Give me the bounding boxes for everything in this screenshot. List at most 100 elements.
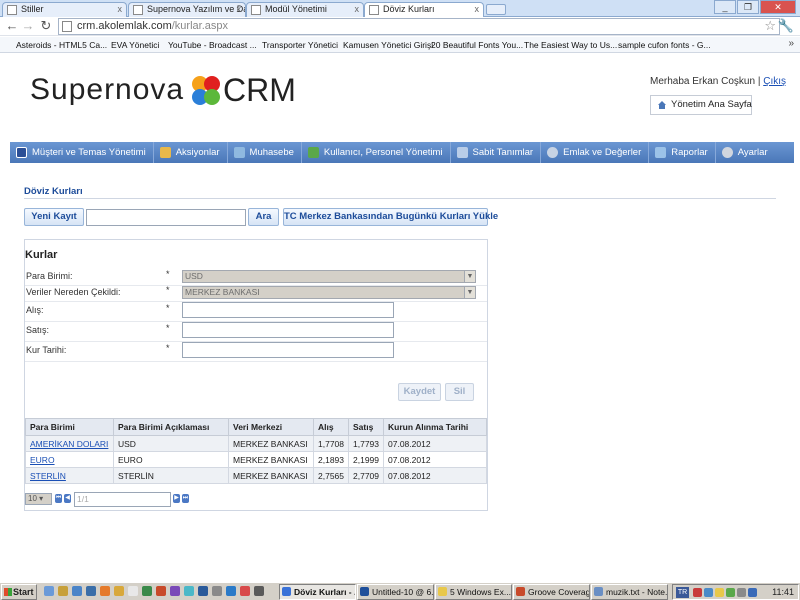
browser-tab-active[interactable]: Döviz Kurları x [364, 2, 484, 18]
source-select[interactable]: MERKEZ BANKASI ▼ [182, 286, 476, 299]
restore-button[interactable]: ❐ [737, 0, 759, 14]
column-header[interactable]: Satış [348, 418, 384, 436]
currency-select[interactable]: USD ▼ [182, 270, 476, 283]
tray-icon[interactable] [704, 588, 713, 597]
page-size-select[interactable]: 10 ▾ [25, 493, 52, 505]
close-icon[interactable]: x [475, 3, 480, 16]
buy-rate-input[interactable] [182, 302, 394, 318]
tray-icon[interactable] [726, 588, 735, 597]
chrome-icon[interactable] [184, 586, 194, 596]
logo-text-right: CRM [223, 72, 296, 108]
bookmark-item[interactable]: Transporter Yönetici [250, 38, 338, 52]
save-button[interactable]: Kaydet [398, 383, 441, 401]
bookmark-item[interactable]: Asteroids - HTML5 Ca... [4, 38, 107, 52]
quicklaunch-icon[interactable] [58, 586, 68, 596]
browser-tab[interactable]: Modül Yönetimi x [246, 2, 364, 17]
column-header[interactable]: Para Birimi [25, 418, 114, 436]
column-header[interactable]: Para Birimi Açıklaması [113, 418, 229, 436]
admin-home-button[interactable]: Yönetim Ana Sayfa [650, 95, 752, 115]
quicklaunch-icon[interactable] [128, 586, 138, 596]
page-icon [512, 41, 521, 50]
rate-date-input[interactable] [182, 342, 394, 358]
taskbar-task-notepad[interactable]: muzik.txt - Note... [591, 584, 668, 600]
currency-link[interactable]: STERLİN [30, 471, 66, 481]
reload-icon[interactable]: ↻ [38, 18, 54, 34]
tray-icon[interactable] [737, 588, 746, 597]
menu-item-realestate[interactable]: Emlak ve Değerler [541, 142, 650, 163]
quicklaunch-icon[interactable] [170, 586, 180, 596]
table-cell: STERLİN [25, 467, 114, 484]
browser-tab[interactable]: Stiller x [2, 2, 127, 17]
load-central-bank-rates-button[interactable]: TC Merkez Bankasından Bugünkü Kurları Yü… [283, 208, 498, 226]
bookmark-star-icon[interactable]: ☆ [764, 18, 776, 34]
quicklaunch-icon[interactable] [142, 586, 152, 596]
menu-item-users[interactable]: Kullanıcı, Personel Yönetimi [302, 142, 451, 163]
currency-link[interactable]: EURO [30, 455, 55, 465]
firefox-icon[interactable] [100, 586, 110, 596]
quicklaunch-icon[interactable] [44, 586, 54, 596]
volume-icon[interactable] [748, 588, 757, 597]
taskbar-task-explorer[interactable]: 5 Windows Ex... [435, 584, 512, 600]
first-page-icon[interactable]: ⏮ [55, 494, 62, 503]
window-close-button[interactable]: ✕ [760, 0, 796, 14]
shield-icon[interactable] [715, 588, 724, 597]
tray-icon[interactable] [693, 588, 702, 597]
start-button[interactable]: Start [1, 584, 37, 600]
quicklaunch-icon[interactable] [212, 586, 222, 596]
wrench-menu-icon[interactable]: 🔧 [778, 18, 794, 34]
prev-page-icon[interactable]: ◀ [64, 494, 71, 503]
sell-rate-input[interactable] [182, 322, 394, 338]
menu-item-settings[interactable]: Ayarlar [716, 142, 775, 163]
bookmark-item[interactable]: EVA Yönetici [99, 38, 159, 52]
taskbar-task-browser[interactable]: Döviz Kurları - ... [279, 584, 356, 600]
menu-item-accounting[interactable]: Muhasebe [228, 142, 302, 163]
delete-button[interactable]: Sil [445, 383, 474, 401]
browser-tab[interactable]: Supernova Yazılım ve Danışm x [128, 2, 246, 17]
menu-item-actions[interactable]: Aksiyonlar [154, 142, 228, 163]
quicklaunch-icon[interactable] [226, 586, 236, 596]
menu-item-customers[interactable]: Müşteri ve Temas Yönetimi [10, 142, 154, 163]
forward-arrow-icon[interactable]: → [20, 18, 36, 34]
quicklaunch-icon[interactable] [240, 586, 250, 596]
bookmark-item[interactable]: 20 Beautiful Fonts You... [419, 38, 523, 52]
column-header[interactable]: Veri Merkezi [228, 418, 314, 436]
search-input[interactable] [86, 209, 246, 226]
last-page-icon[interactable]: ⏭ [182, 494, 189, 503]
menu-item-reports[interactable]: Raporlar [649, 142, 716, 163]
language-indicator[interactable]: TR [676, 587, 689, 598]
search-button[interactable]: Ara [248, 208, 279, 226]
bookmark-item[interactable]: The Easiest Way to Us... [512, 38, 617, 52]
new-tab-button[interactable] [486, 4, 506, 15]
table-row[interactable]: STERLİN STERLİN MERKEZ BANKASI 2,7565 2,… [25, 467, 487, 484]
column-header[interactable]: Alış [313, 418, 349, 436]
currency-link[interactable]: AMERİKAN DOLARI [30, 439, 108, 449]
groove-icon [516, 587, 525, 596]
address-bar[interactable]: crm.akolemlak.com/kurlar.aspx [58, 18, 780, 35]
bookmark-item[interactable]: YouTube - Broadcast ... [156, 38, 257, 52]
quicklaunch-icon[interactable] [86, 586, 96, 596]
new-record-button[interactable]: Yeni Kayıt [24, 208, 84, 226]
logout-link[interactable]: Çıkış [763, 76, 786, 87]
taskbar-task-groove[interactable]: Groove Coverag... [513, 584, 590, 600]
quicklaunch-icon[interactable] [198, 586, 208, 596]
bookmark-item[interactable]: sample cufon fonts - G... [606, 38, 711, 52]
taskbar-task-photoshop[interactable]: Untitled-10 @ 6... [357, 584, 434, 600]
close-icon[interactable]: x [355, 3, 360, 16]
close-icon[interactable]: x [237, 3, 242, 16]
back-arrow-icon[interactable]: ← [4, 18, 20, 34]
quicklaunch-icon[interactable] [254, 586, 264, 596]
next-page-icon[interactable]: ▶ [173, 494, 180, 503]
page-number-input[interactable]: 1/1 [74, 492, 171, 507]
close-icon[interactable]: x [118, 3, 123, 16]
quicklaunch-icon[interactable] [114, 586, 124, 596]
bookmarks-more-icon[interactable]: » [788, 38, 794, 49]
quicklaunch-icon[interactable] [156, 586, 166, 596]
quicklaunch-icon[interactable] [72, 586, 82, 596]
user-greeting: Merhaba Erkan Coşkun | Çıkış [650, 76, 786, 87]
bookmark-item[interactable]: Kamusen Yönetici Girişi [331, 38, 433, 52]
table-row[interactable]: EURO EURO MERKEZ BANKASI 2,1893 2,1999 0… [25, 451, 487, 468]
table-row[interactable]: AMERİKAN DOLARI USD MERKEZ BANKASI 1,770… [25, 435, 487, 452]
minimize-button[interactable]: _ [714, 0, 736, 14]
column-header[interactable]: Kurun Alınma Tarihi [383, 418, 487, 436]
menu-item-definitions[interactable]: Sabit Tanımlar [451, 142, 542, 163]
